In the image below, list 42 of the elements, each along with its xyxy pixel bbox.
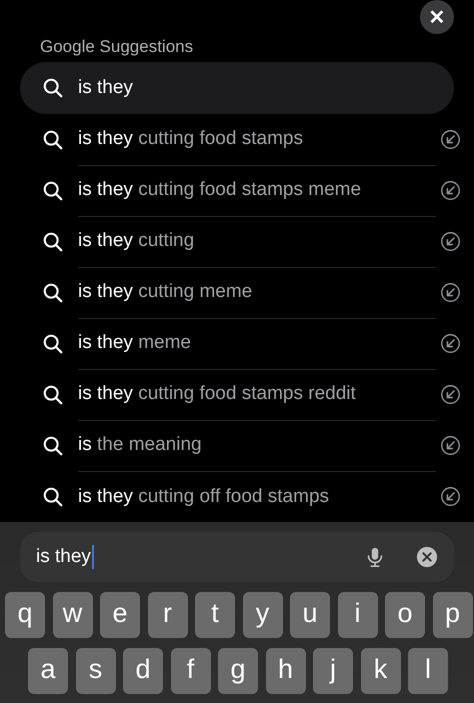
keyboard-key[interactable]: f [170, 648, 210, 694]
suggestion-row[interactable]: is they cutting off food stamps [0, 471, 474, 522]
keyboard-key[interactable]: w [52, 592, 92, 638]
search-icon [42, 332, 64, 354]
suggestion-row[interactable]: is they cutting food stamps [0, 114, 474, 165]
suggestion-row[interactable]: is they cutting food stamps meme [0, 165, 474, 216]
search-icon [42, 180, 64, 202]
search-icon [42, 434, 64, 456]
suggestion-row[interactable]: is the meaning [0, 420, 474, 471]
search-icon [42, 230, 64, 252]
query-row[interactable]: is they [20, 62, 454, 114]
suggestion-row[interactable]: is they cutting meme [0, 267, 474, 318]
text-cursor [92, 545, 94, 569]
section-title: Google Suggestions [39, 36, 194, 58]
search-icon [42, 486, 64, 508]
suggestion-row[interactable]: is they cutting [0, 216, 474, 267]
keyboard-key[interactable]: t [195, 592, 235, 638]
keyboard-key[interactable]: d [123, 648, 163, 694]
keyboard-key[interactable]: q [5, 592, 45, 638]
search-icon [42, 282, 64, 304]
keyboard-key[interactable]: s [76, 648, 116, 694]
keyboard-key[interactable]: k [360, 648, 400, 694]
search-icon [42, 77, 64, 99]
close-button[interactable]: ✕ [420, 0, 454, 34]
search-icon [42, 128, 64, 150]
keyboard-key[interactable]: l [408, 648, 448, 694]
keyboard-key[interactable]: i [338, 592, 378, 638]
keyboard-key[interactable]: p [432, 592, 472, 638]
keyboard-key[interactable]: y [242, 592, 282, 638]
keyboard-key[interactable]: r [148, 592, 188, 638]
suggestion-row[interactable]: is they cutting food stamps reddit [0, 369, 474, 420]
keyboard-key[interactable]: e [100, 592, 140, 638]
search-field[interactable]: is they [20, 532, 454, 582]
clear-icon[interactable] [416, 546, 438, 568]
keyboard-key[interactable]: h [266, 648, 306, 694]
keyboard-key[interactable]: a [28, 648, 68, 694]
search-icon [42, 384, 64, 406]
keyboard-key[interactable]: g [218, 648, 258, 694]
suggestion-row[interactable]: is they meme [0, 318, 474, 369]
keyboard-key[interactable]: u [290, 592, 330, 638]
keyboard-key[interactable]: o [385, 592, 425, 638]
keyboard-key[interactable]: j [313, 648, 353, 694]
